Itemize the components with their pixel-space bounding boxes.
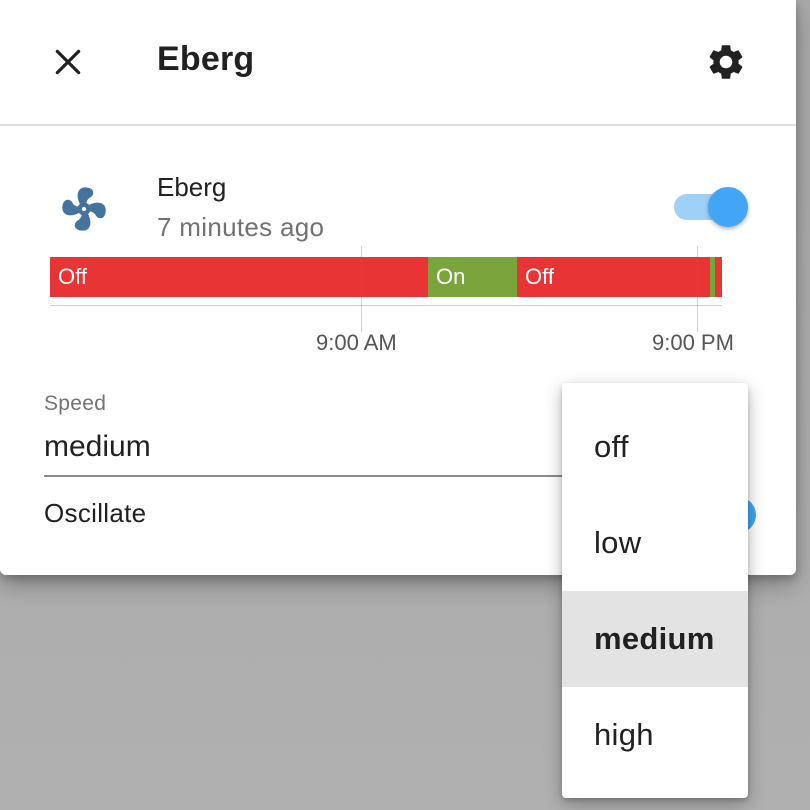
speed-dropdown-menu: off low medium high: [562, 383, 748, 798]
timeline-segment-off[interactable]: [715, 257, 722, 297]
dialog-header: Eberg: [0, 0, 796, 126]
gear-icon: [709, 45, 743, 79]
speed-underline: [44, 475, 584, 477]
history-timeline: Off On Off 9:00 AM 9:00 PM: [50, 246, 750, 356]
settings-button[interactable]: [698, 34, 754, 90]
speed-option-low[interactable]: low: [562, 495, 748, 591]
last-changed-time: 7 minutes ago: [157, 212, 325, 242]
entity-name: Eberg: [157, 172, 227, 202]
timeline-segment-off[interactable]: Off: [517, 257, 710, 297]
close-icon: [55, 49, 81, 75]
fan-icon: [58, 183, 110, 235]
close-button[interactable]: [42, 36, 94, 88]
speed-option-high[interactable]: high: [562, 687, 748, 783]
speed-label: Speed: [44, 392, 107, 415]
timeline-segment-off[interactable]: Off: [50, 257, 428, 297]
toggle-knob: [708, 187, 748, 227]
dialog-title: Eberg: [157, 40, 255, 78]
timeline-gridline: [697, 246, 698, 332]
timeline-segment-on[interactable]: On: [428, 257, 517, 297]
fan-power-toggle[interactable]: [674, 186, 748, 228]
tick-label-9am: 9:00 AM: [316, 330, 397, 355]
speed-value: medium: [44, 430, 151, 463]
tick-label-9pm: 9:00 PM: [652, 330, 734, 355]
speed-option-medium[interactable]: medium: [562, 591, 748, 687]
oscillate-label: Oscillate: [44, 498, 147, 528]
speed-option-off[interactable]: off: [562, 399, 748, 495]
speed-select[interactable]: Speed medium: [44, 388, 584, 478]
timeline-axis: [50, 305, 722, 306]
timeline-gridline: [361, 246, 362, 332]
